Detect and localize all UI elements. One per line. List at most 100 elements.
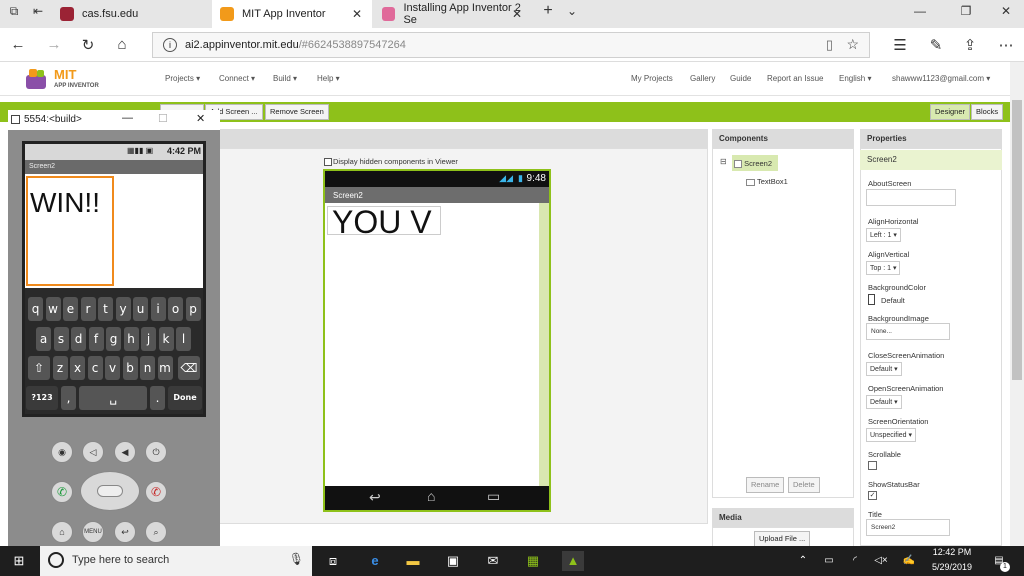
key-s[interactable]: s bbox=[53, 327, 69, 351]
account-menu[interactable]: shawww1123@gmail.com ▾ bbox=[892, 74, 990, 83]
battery-tray-icon[interactable]: ▭ bbox=[818, 551, 840, 571]
background-image-input[interactable]: None... bbox=[866, 323, 950, 340]
key-p[interactable]: p bbox=[185, 297, 201, 321]
close-tab-icon[interactable]: ✕ bbox=[512, 7, 522, 21]
key-d[interactable]: d bbox=[71, 327, 86, 351]
refresh-icon[interactable]: ↻ bbox=[78, 36, 98, 54]
new-tab-icon[interactable]: + bbox=[538, 2, 558, 20]
key-symbols[interactable]: ?123 bbox=[26, 386, 58, 410]
reading-view-icon[interactable]: ▯ bbox=[826, 37, 833, 53]
key-g[interactable]: g bbox=[106, 327, 121, 351]
key-x[interactable]: x bbox=[70, 356, 85, 380]
edge-icon[interactable]: e bbox=[364, 551, 386, 571]
key-w[interactable]: w bbox=[45, 297, 61, 321]
tree-item-screen2[interactable]: Screen2 bbox=[732, 155, 778, 171]
file-explorer-icon[interactable]: ▬ bbox=[402, 551, 424, 571]
minimize-icon[interactable]: — bbox=[910, 4, 930, 18]
key-done[interactable]: Done bbox=[168, 386, 202, 410]
viewer-textbox[interactable]: YOU V bbox=[327, 206, 441, 235]
show-status-bar-checkbox[interactable]: ✓ bbox=[868, 491, 877, 500]
key-k[interactable]: k bbox=[158, 327, 174, 351]
power-icon[interactable]: ⏻ bbox=[145, 441, 167, 463]
pen-tray-icon[interactable]: ✍ bbox=[898, 551, 920, 571]
blocks-button[interactable]: Blocks bbox=[971, 104, 1004, 120]
emulator-taskbar-icon[interactable]: ▦ bbox=[522, 551, 544, 571]
more-icon[interactable]: ⋯ bbox=[996, 36, 1016, 54]
key-o[interactable]: o bbox=[168, 297, 183, 321]
key-y[interactable]: y bbox=[115, 297, 131, 321]
open-animation-select[interactable]: Default ▾ bbox=[866, 395, 902, 409]
share-icon[interactable]: ⇪ bbox=[960, 36, 980, 54]
scrollable-checkbox[interactable] bbox=[868, 461, 877, 470]
site-info-icon[interactable]: i bbox=[163, 38, 177, 52]
forward-icon[interactable]: → bbox=[44, 36, 64, 53]
network-tray-icon[interactable]: ◜ bbox=[844, 551, 866, 571]
tree-item-textbox1[interactable]: TextBox1 bbox=[746, 177, 788, 186]
key-z[interactable]: z bbox=[52, 356, 68, 380]
mail-icon[interactable]: ✉ bbox=[482, 551, 504, 571]
key-q[interactable]: q bbox=[28, 297, 43, 321]
key-a[interactable]: a bbox=[36, 327, 51, 351]
taskbar-search-box[interactable]: Type here to search 🎙 bbox=[40, 546, 312, 576]
key-l[interactable]: l bbox=[176, 327, 191, 351]
delete-button[interactable]: Delete bbox=[788, 477, 820, 493]
favorites-hub-icon[interactable]: ☰ bbox=[890, 36, 910, 54]
tab-actions-icon[interactable]: ⧉ bbox=[4, 4, 24, 19]
key-b[interactable]: b bbox=[122, 356, 138, 380]
tab-installing[interactable]: Installing App Inventor 2 Se ✕ bbox=[374, 0, 532, 28]
home-icon[interactable]: ⌂ bbox=[112, 36, 132, 53]
back-icon[interactable]: ← bbox=[8, 36, 28, 53]
title-input[interactable]: Screen2 bbox=[866, 519, 950, 536]
dpad-center-button[interactable] bbox=[97, 485, 123, 497]
page-scrollbar-thumb[interactable] bbox=[1012, 100, 1022, 380]
key-shift[interactable]: ⇧ bbox=[28, 356, 50, 380]
key-period[interactable]: . bbox=[150, 386, 165, 410]
remove-screen-button[interactable]: Remove Screen bbox=[265, 104, 329, 120]
menu-button-icon[interactable]: MENU bbox=[82, 521, 104, 543]
key-v[interactable]: v bbox=[105, 356, 120, 380]
link-guide[interactable]: Guide bbox=[730, 74, 751, 83]
emulator-textbox[interactable]: WIN!! bbox=[26, 176, 114, 286]
key-space[interactable]: ␣ bbox=[79, 386, 147, 410]
align-horizontal-select[interactable]: Left : 1 ▾ bbox=[866, 228, 901, 242]
language-select[interactable]: English ▾ bbox=[839, 74, 871, 83]
emulator-close-icon[interactable]: ✕ bbox=[196, 112, 205, 125]
key-t[interactable]: t bbox=[98, 297, 113, 321]
call-icon[interactable]: ✆ bbox=[51, 481, 73, 503]
orientation-select[interactable]: Unspecified ▾ bbox=[866, 428, 917, 442]
hidden-components-checkbox[interactable] bbox=[324, 157, 332, 166]
menu-help[interactable]: Help ▾ bbox=[317, 74, 340, 83]
emulator-minimize-icon[interactable]: — bbox=[122, 112, 133, 124]
key-c[interactable]: c bbox=[87, 356, 103, 380]
android-icon[interactable]: ▲ bbox=[562, 551, 584, 571]
key-m[interactable]: m bbox=[157, 356, 173, 380]
windows-start-icon[interactable]: ⊞ bbox=[8, 551, 30, 571]
volume-down-icon[interactable]: ◁ bbox=[82, 441, 104, 463]
color-swatch-icon[interactable] bbox=[868, 294, 875, 305]
search-button-icon[interactable]: ⌕ bbox=[145, 521, 167, 543]
about-screen-input[interactable] bbox=[866, 189, 956, 206]
pen-notes-icon[interactable]: ✎ bbox=[926, 36, 946, 54]
key-f[interactable]: f bbox=[88, 327, 104, 351]
hidden-components-toggle[interactable]: Display hidden components in Viewer bbox=[324, 157, 458, 166]
background-color-value[interactable]: Default bbox=[881, 296, 905, 305]
tab-mit-app-inventor[interactable]: MIT App Inventor ✕ bbox=[212, 0, 372, 28]
url-field[interactable]: i ai2.appinventor.mit.edu/#6624538897547… bbox=[152, 32, 870, 58]
key-e[interactable]: e bbox=[63, 297, 78, 321]
menu-build[interactable]: Build ▾ bbox=[273, 74, 297, 83]
link-my-projects[interactable]: My Projects bbox=[631, 74, 673, 83]
key-comma[interactable]: , bbox=[61, 386, 76, 410]
close-tab-icon[interactable]: ✕ bbox=[352, 7, 362, 21]
app-inventor-logo[interactable]: MIT APP INVENTOR bbox=[24, 66, 124, 92]
volume-up-icon[interactable]: ◀ bbox=[114, 441, 136, 463]
taskbar-date[interactable]: 5/29/2019 bbox=[928, 562, 976, 572]
tab-list-chevron-icon[interactable]: ⌄ bbox=[562, 4, 582, 18]
key-i[interactable]: i bbox=[150, 297, 166, 321]
home-button-icon[interactable]: ⌂ bbox=[51, 521, 73, 543]
microphone-icon[interactable]: 🎙 bbox=[289, 552, 304, 566]
close-window-icon[interactable]: ✕ bbox=[996, 4, 1016, 18]
end-call-icon[interactable]: ✆ bbox=[145, 481, 167, 503]
designer-button[interactable]: Designer bbox=[930, 104, 971, 120]
menu-projects[interactable]: Projects ▾ bbox=[165, 74, 200, 83]
collapse-tree-icon[interactable]: ⊟ bbox=[720, 157, 727, 166]
